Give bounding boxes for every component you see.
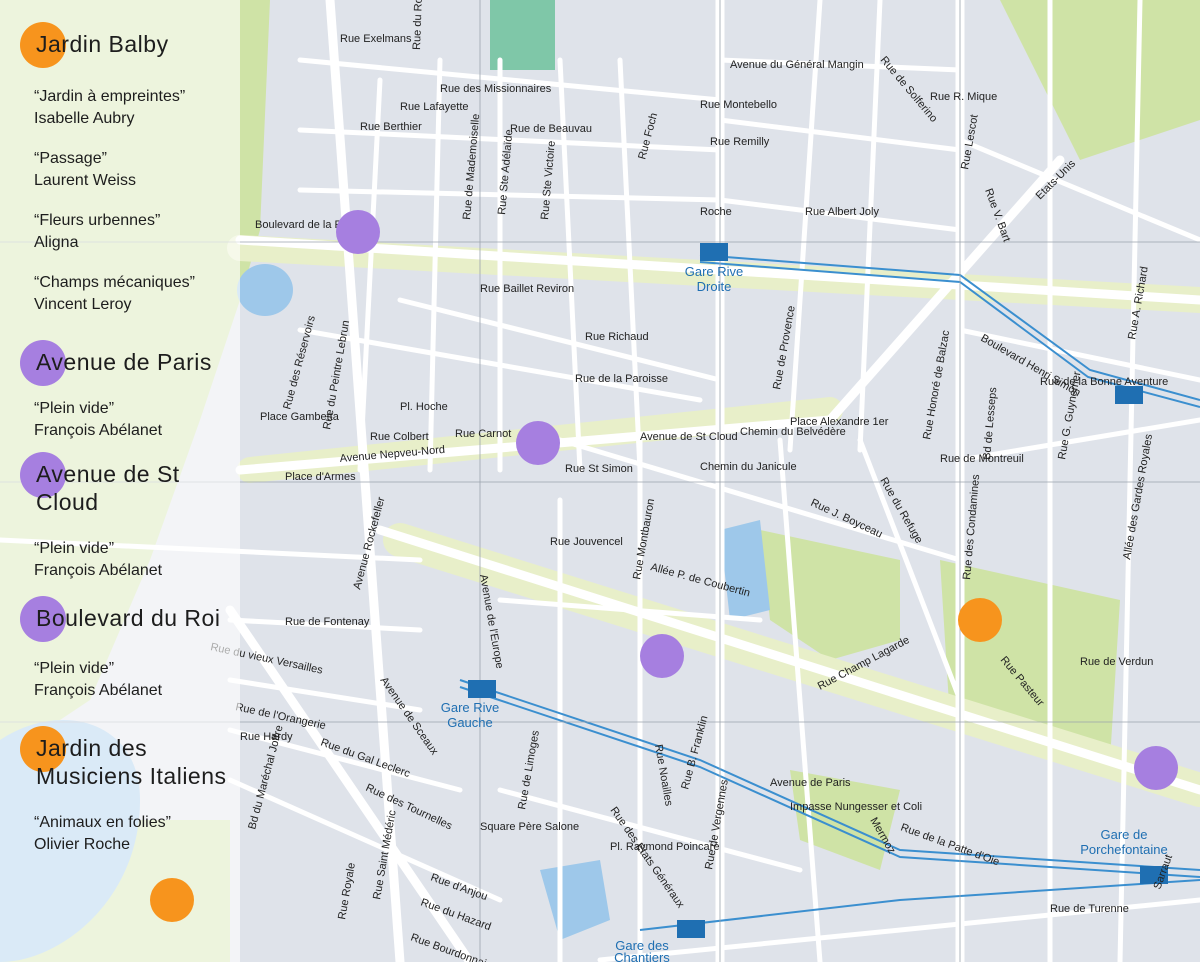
street-label: Rue de la Paroisse [575,373,668,385]
street-label: Rue Colbert [370,431,429,443]
artwork-item: “Plein vide” François Abélanet [34,658,162,702]
station-label-porchefontaine-2: Porchefontaine [1080,842,1167,857]
artwork-artist: Vincent Leroy [34,296,132,313]
street-label: Place d'Armes [285,471,356,483]
street-label: Rue Albert Joly [805,206,879,218]
street-label: Rue Berthier [360,121,422,133]
street-label: Rue Jouvencel [550,536,623,548]
location-marker-avenue-de-paris[interactable] [640,634,684,678]
artwork-item: “Plein vide” François Abélanet [34,398,162,442]
street-label: Chemin du Janicule [700,461,797,473]
street-label: Rue de Turenne [1050,903,1129,915]
artwork-title: “Jardin à empreintes” [34,88,186,105]
legend-entry-jardin-balby[interactable]: Jardin Balby “Jardin à empreintes” Isabe… [20,22,250,313]
street-label: Rue Baillet Reviron [480,283,574,295]
street-label: Pl. Raymond Poincaré [610,841,719,853]
artwork-title: “Plein vide” [34,660,115,677]
artwork-artist: François Abélanet [34,422,163,439]
street-label: Rue Remilly [710,136,770,148]
street-label: Avenue de St Cloud [640,431,738,443]
artwork-title: “Plein vide” [34,400,115,417]
street-label: Roche [700,206,732,218]
artwork-artist: Isabelle Aubry [34,110,135,127]
sncf-icon [677,920,705,938]
station-label-rive-droite-2: Droite [697,279,732,294]
street-label: Rue de Beauvau [510,123,592,135]
street-label: Rue Richaud [585,331,649,343]
artwork-title: “Plein vide” [34,540,115,557]
sncf-icon [468,680,496,698]
artwork-artist: Laurent Weiss [34,172,136,189]
street-label: Square Père Salone [480,821,579,833]
street-label: Rue de Fontenay [285,616,370,628]
street-label: Rue St Simon [565,463,633,475]
street-label: Rue des Missionnaires [440,83,552,95]
street-label: Chemin du Belvédère [740,426,846,438]
street-label: Rue Carnot [455,428,511,440]
artwork-item: “Champs mécaniques” Vincent Leroy [34,272,195,316]
legend-entry-title: Jardin Balby [36,31,169,57]
street-label: Impasse Nungesser et Coli [790,801,922,813]
station-label-chantiers-2: Chantiers [614,950,670,962]
legend-entry-title: Avenue de St Cloud [36,461,180,515]
artwork-title: “Champs mécaniques” [34,274,195,291]
location-marker-jardin-balby[interactable] [958,598,1002,642]
station-label-porchefontaine: Gare de [1101,827,1148,842]
sncf-icon [1115,386,1143,404]
artwork-artist: Aligna [34,234,79,251]
artwork-item: “Fleurs urbennes” Aligna [34,210,160,254]
artwork-item: “Animaux en folies” Olivier Roche [34,812,171,856]
artwork-artist: François Abélanet [34,562,163,579]
street-label: Pl. Hoche [400,401,448,413]
location-marker-avenue-de-st-cloud[interactable] [516,421,560,465]
artwork-title: “Fleurs urbennes” [34,212,161,229]
street-label: Rue Exelmans [340,33,412,45]
artwork-item: “Plein vide” François Abélanet [34,538,162,582]
legend-entry-title: Jardin des Musiciens Italiens [36,735,227,789]
location-marker-jardin-des-musiciens-italiens[interactable] [150,878,194,922]
station-label-rive-gauche-2: Gauche [447,715,493,730]
street-label: Avenue de Paris [770,777,851,789]
artwork-title: “Passage” [34,150,107,167]
location-marker-boulevard-du-roi[interactable] [336,210,380,254]
street-label: Rue du Roi [411,0,425,50]
street-label: Rue Lafayette [400,101,469,113]
artwork-artist: François Abélanet [34,682,163,699]
legend-entry-title: Boulevard du Roi [36,605,221,631]
street-label: Avenue du Général Mangin [730,59,864,71]
sncf-icon [700,243,728,261]
location-marker-avenue-de-paris[interactable] [1134,746,1178,790]
artwork-artist: Olivier Roche [34,836,131,853]
station-label-rive-droite: Gare Rive [685,264,744,279]
street-label: Rue Montebello [700,99,777,111]
artwork-title: “Animaux en folies” [34,814,171,831]
legend-entry-title: Avenue de Paris [36,349,212,375]
street-label: Rue R. Mique [930,91,997,103]
station-label-rive-gauche: Gare Rive [441,700,500,715]
artwork-item: “Passage” Laurent Weiss [34,148,136,192]
street-label: Rue de Verdun [1080,656,1153,668]
legend-panel: Jardin Balby “Jardin à empreintes” Isabe… [0,0,240,962]
artwork-item: “Jardin à empreintes” Isabelle Aubry [34,86,185,130]
